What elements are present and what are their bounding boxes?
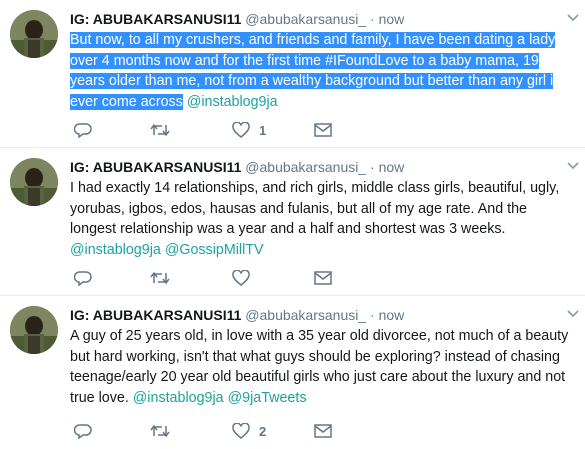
timestamp[interactable]: now <box>379 11 405 27</box>
timeline: IG: ABUBAKARSANUSI11 @abubakarsanusi_ · … <box>0 0 585 449</box>
avatar[interactable] <box>10 306 58 354</box>
retweet-icon <box>150 424 170 438</box>
tweet-text: But now, to all my crushers, and friends… <box>70 30 577 112</box>
like-button[interactable]: 1 <box>232 122 266 138</box>
selected-text: But now, to all my crushers, and friends… <box>70 32 556 110</box>
display-name[interactable]: IG: ABUBAKARSANUSI11 <box>70 11 241 27</box>
heart-icon <box>232 423 250 439</box>
envelope-icon <box>314 424 332 438</box>
user-handle[interactable]: @abubakarsanusi_ <box>245 11 366 27</box>
retweet-icon <box>150 123 170 137</box>
chevron-down-icon[interactable] <box>567 310 579 318</box>
mention-link[interactable]: @9jaTweets <box>228 390 307 406</box>
separator: · <box>370 307 375 323</box>
reply-button[interactable] <box>74 423 92 439</box>
retweet-button[interactable] <box>150 122 179 138</box>
tweet[interactable]: IG: ABUBAKARSANUSI11 @abubakarsanusi_ · … <box>0 0 585 148</box>
tweet-header: IG: ABUBAKARSANUSI11 @abubakarsanusi_ · … <box>70 10 577 28</box>
display-name[interactable]: IG: ABUBAKARSANUSI11 <box>70 159 241 175</box>
like-button[interactable] <box>232 270 259 286</box>
retweet-button[interactable] <box>150 270 179 286</box>
chevron-down-icon[interactable] <box>567 14 579 22</box>
heart-icon <box>232 122 250 138</box>
like-count: 1 <box>259 122 267 138</box>
reply-icon <box>74 123 92 138</box>
mention-link[interactable]: @GossipMillTV <box>165 242 264 258</box>
chevron-down-icon[interactable] <box>567 162 579 170</box>
tweet-body: I had exactly 14 relationships, and rich… <box>70 180 560 237</box>
like-button[interactable]: 2 <box>232 423 266 439</box>
user-handle[interactable]: @abubakarsanusi_ <box>245 159 366 175</box>
reply-button[interactable] <box>74 122 92 138</box>
reply-button[interactable] <box>74 270 92 286</box>
avatar[interactable] <box>10 10 58 58</box>
envelope-icon <box>314 271 332 285</box>
like-count: 2 <box>259 423 267 439</box>
direct-message-button[interactable] <box>314 271 332 285</box>
retweet-button[interactable] <box>150 423 179 439</box>
retweet-icon <box>150 271 170 285</box>
reply-icon <box>74 271 92 286</box>
tweet[interactable]: IG: ABUBAKARSANUSI11 @abubakarsanusi_ · … <box>0 296 585 449</box>
direct-message-button[interactable] <box>314 424 332 438</box>
tweet[interactable]: IG: ABUBAKARSANUSI11 @abubakarsanusi_ · … <box>0 148 585 296</box>
mention-link[interactable]: @instablog9ja <box>70 242 161 258</box>
separator: · <box>370 159 375 175</box>
separator: · <box>370 11 375 27</box>
tweet-text: A guy of 25 years old, in love with a 35… <box>70 326 577 408</box>
mention-link[interactable]: @instablog9ja <box>187 94 278 110</box>
tweet-header: IG: ABUBAKARSANUSI11 @abubakarsanusi_ · … <box>70 158 577 176</box>
reply-icon <box>74 424 92 439</box>
tweet-header: IG: ABUBAKARSANUSI11 @abubakarsanusi_ · … <box>70 306 577 324</box>
timestamp[interactable]: now <box>379 159 405 175</box>
display-name[interactable]: IG: ABUBAKARSANUSI11 <box>70 307 241 323</box>
direct-message-button[interactable] <box>314 123 332 137</box>
tweet-text: I had exactly 14 relationships, and rich… <box>70 178 577 260</box>
user-handle[interactable]: @abubakarsanusi_ <box>245 307 366 323</box>
avatar[interactable] <box>10 158 58 206</box>
timestamp[interactable]: now <box>379 307 405 323</box>
heart-icon <box>232 270 250 286</box>
mention-link[interactable]: @instablog9ja <box>133 390 224 406</box>
envelope-icon <box>314 123 332 137</box>
